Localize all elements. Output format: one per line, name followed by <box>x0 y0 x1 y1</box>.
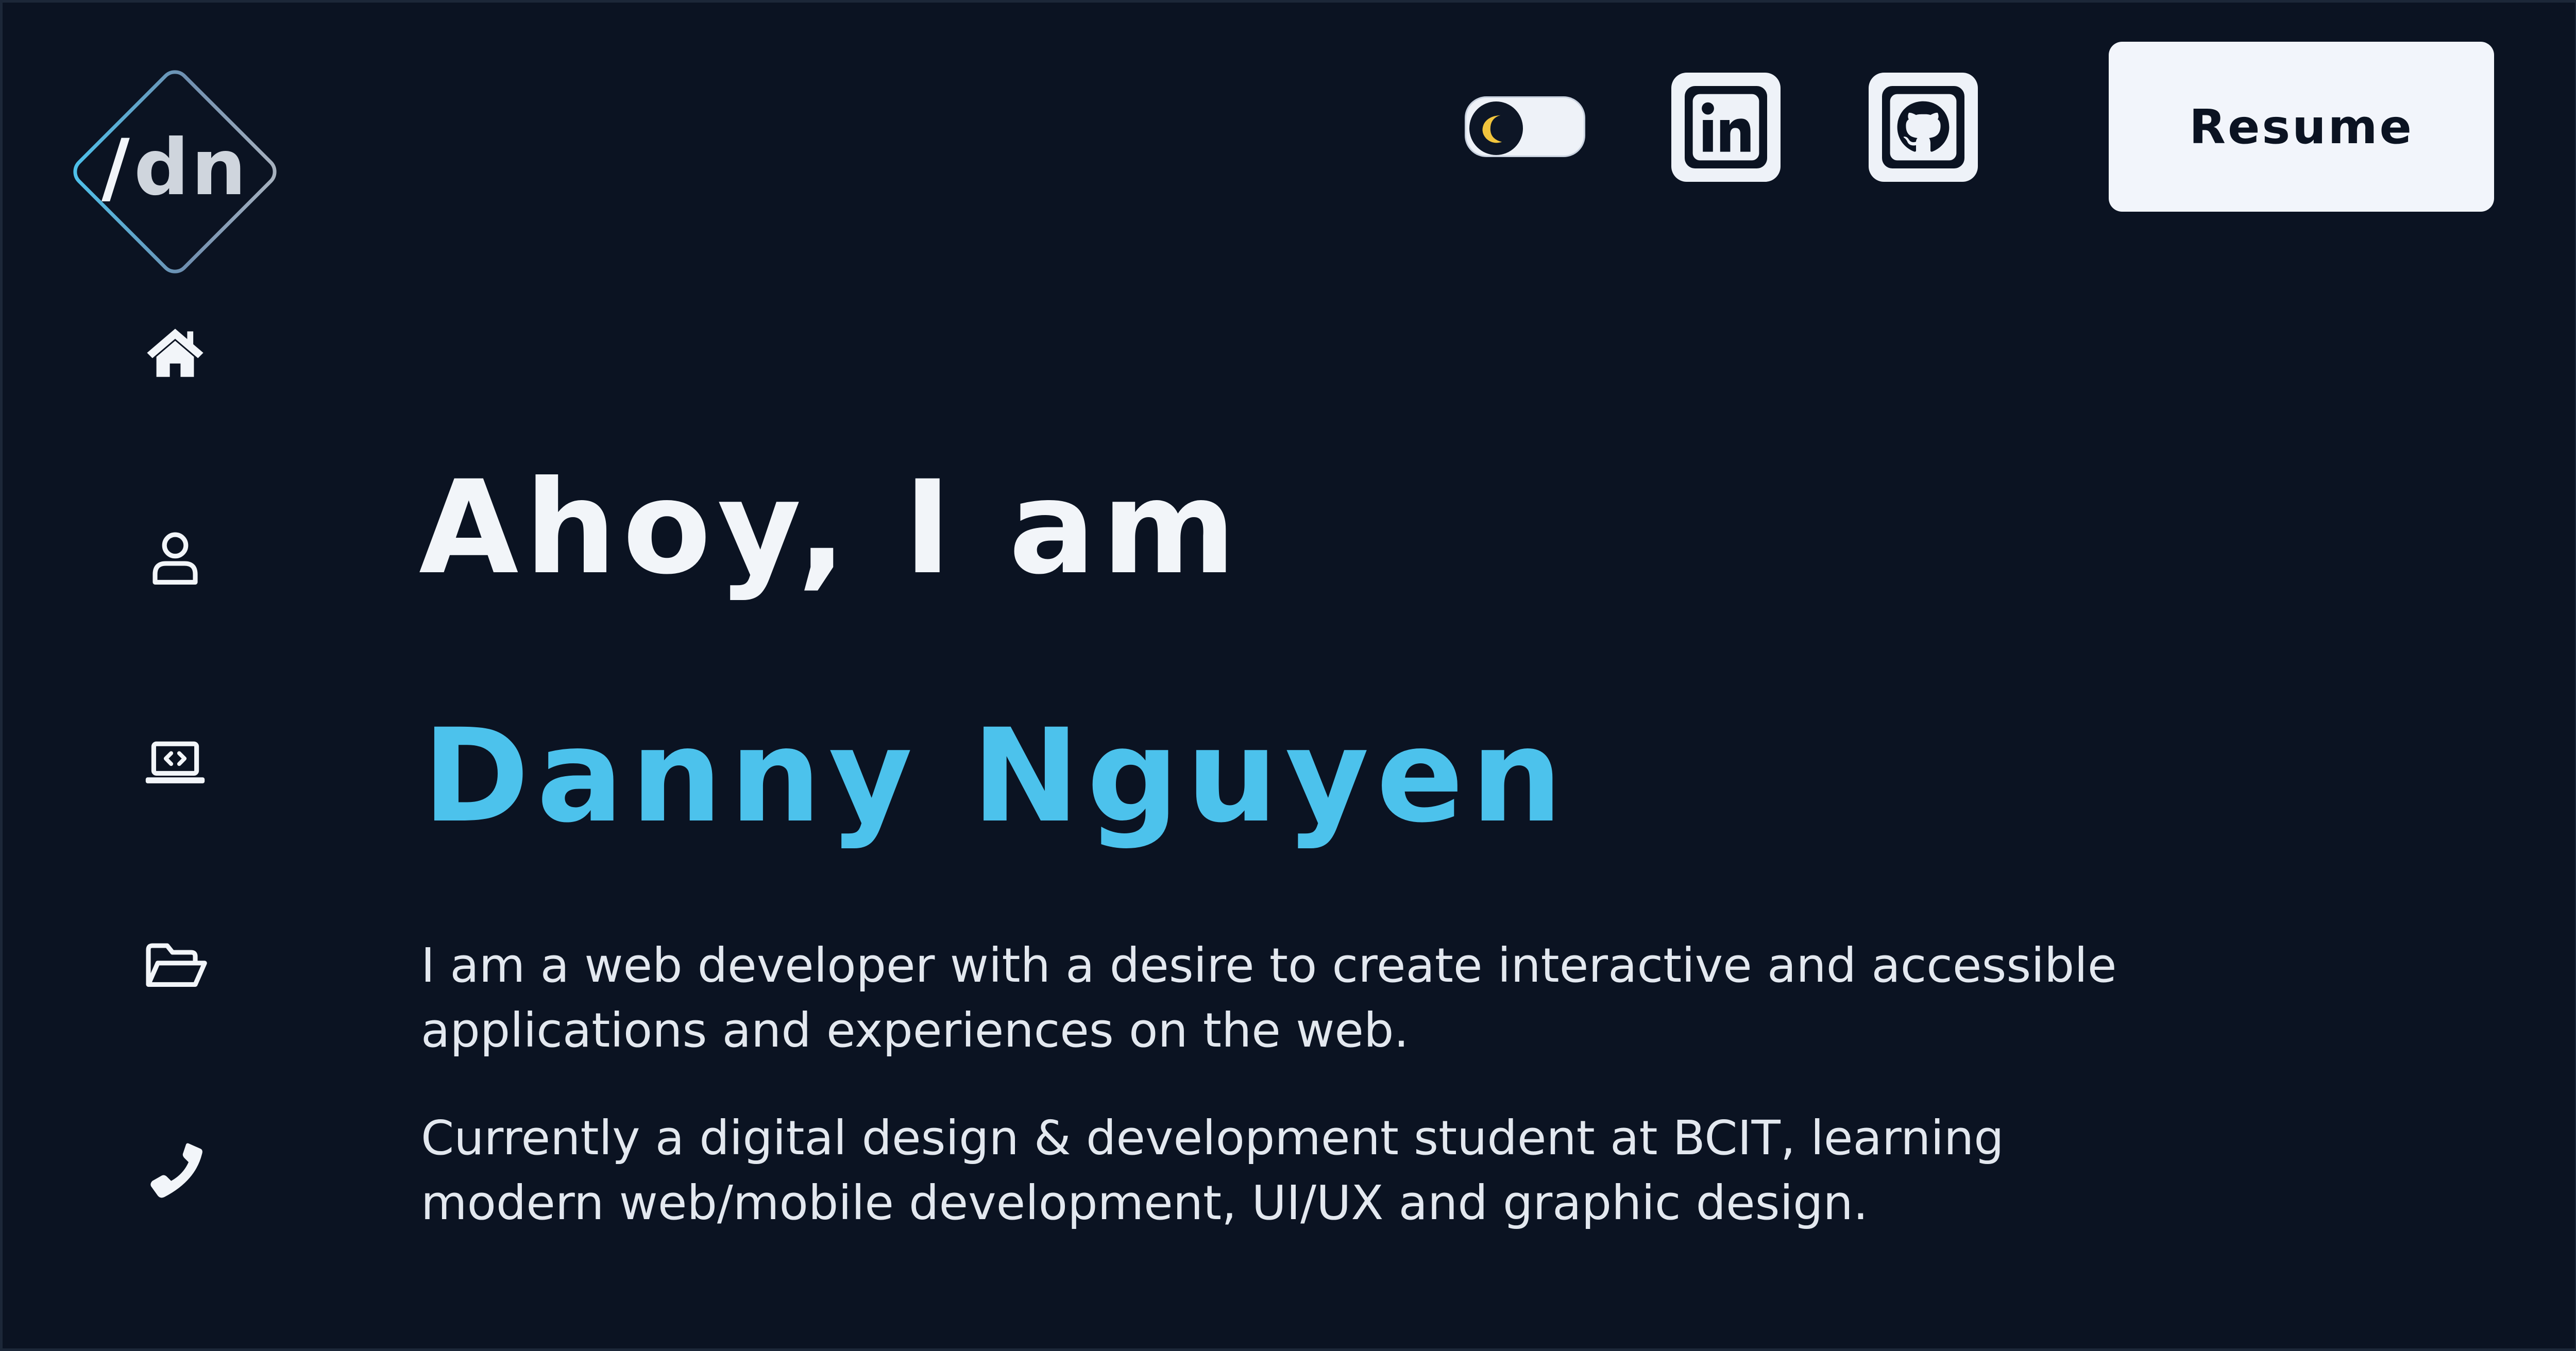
home-icon <box>147 329 204 377</box>
page-frame: / dn Resume Ahoy, I am Danny Nguyen I am… <box>0 0 2576 1351</box>
hero-name: Danny Nguyen <box>422 701 1570 851</box>
hero-greeting: Ahoy, I am <box>419 453 1243 603</box>
linkedin-icon-frame <box>1685 86 1767 168</box>
sidebar-item-skills[interactable] <box>134 720 216 802</box>
sidebar-item-contact[interactable] <box>134 1129 216 1211</box>
toggle-knob <box>1469 101 1523 155</box>
theme-toggle[interactable] <box>1465 96 1585 157</box>
sidebar-item-projects[interactable] <box>134 925 216 1007</box>
logo-slash: / <box>101 123 132 213</box>
linkedin-icon <box>1692 94 1759 161</box>
site-logo[interactable]: / dn <box>54 51 296 293</box>
github-link[interactable] <box>1869 73 1978 182</box>
moon-icon <box>1482 115 1502 143</box>
hero-education-paragraph: Currently a digital design & development… <box>421 1110 2004 1230</box>
linkedin-link[interactable] <box>1671 73 1781 182</box>
laptop-code-icon <box>145 741 205 783</box>
sidebar-item-about[interactable] <box>134 516 216 598</box>
github-icon-frame <box>1882 86 1964 168</box>
sidebar-item-home[interactable] <box>134 312 216 394</box>
phone-icon <box>150 1143 202 1198</box>
hero-intro-paragraph: I am a web developer with a desire to cr… <box>421 938 2117 1058</box>
folder-open-icon <box>146 943 207 987</box>
resume-button[interactable]: Resume <box>2109 42 2494 212</box>
logo-text: / dn <box>54 47 296 288</box>
github-icon <box>1890 94 1957 161</box>
user-icon <box>152 532 198 585</box>
logo-initials: dn <box>133 123 248 213</box>
